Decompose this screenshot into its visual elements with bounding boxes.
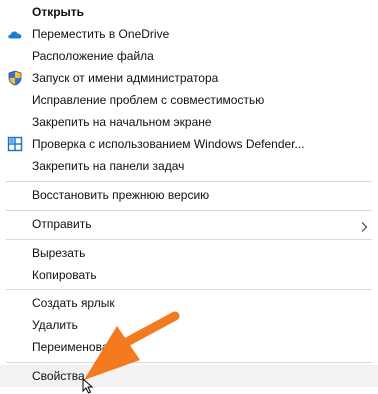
menu-item-cut[interactable]: Вырезать (0, 242, 378, 264)
menu-item-copy[interactable]: Копировать (0, 264, 378, 286)
menu-item-send-to[interactable]: Отправить (0, 213, 378, 235)
menu-item-copy-label: Копировать (32, 268, 97, 282)
menu-item-restore-previous-version-label: Восстановить прежнюю версию (32, 188, 210, 202)
windows-defender-icon (7, 136, 23, 152)
menu-item-move-to-onedrive-label: Переместить в OneDrive (32, 27, 170, 41)
menu-item-pin-to-start-label: Закрепить на начальном экране (32, 115, 212, 129)
menu-item-delete[interactable]: Удалить (0, 314, 378, 336)
menu-separator (6, 362, 372, 363)
uac-shield-icon (7, 70, 23, 86)
menu-separator (6, 181, 372, 182)
menu-item-troubleshoot-compatibility-label: Исправление проблем с совместимостью (32, 93, 265, 107)
menu-item-scan-defender[interactable]: Проверка с использованием Windows Defend… (0, 133, 378, 155)
menu-item-restore-previous-version[interactable]: Восстановить прежнюю версию (0, 184, 378, 206)
menu-item-delete-label: Удалить (32, 318, 78, 332)
menu-item-create-shortcut-label: Создать ярлык (32, 296, 115, 310)
menu-item-properties[interactable]: Свойства (0, 365, 378, 387)
menu-separator (6, 210, 372, 211)
chevron-right-icon (358, 218, 370, 232)
menu-item-move-to-onedrive[interactable]: Переместить в OneDrive (0, 23, 378, 45)
menu-separator (6, 289, 372, 290)
menu-item-open[interactable]: Открыть (0, 1, 378, 23)
menu-item-run-as-admin[interactable]: Запуск от имени администратора (0, 67, 378, 89)
menu-item-pin-to-taskbar-label: Закрепить на панели задач (32, 159, 185, 173)
menu-item-troubleshoot-compatibility[interactable]: Исправление проблем с совместимостью (0, 89, 378, 111)
menu-item-create-shortcut[interactable]: Создать ярлык (0, 292, 378, 314)
menu-separator (6, 239, 372, 240)
menu-item-file-location[interactable]: Расположение файла (0, 45, 378, 67)
menu-item-pin-to-start[interactable]: Закрепить на начальном экране (0, 111, 378, 133)
context-menu: Открыть Переместить в OneDrive Расположе… (0, 0, 378, 391)
menu-item-rename-label: Переименовать (32, 340, 120, 354)
menu-item-send-to-label: Отправить (32, 217, 92, 231)
menu-item-file-location-label: Расположение файла (32, 49, 154, 63)
menu-item-scan-defender-label: Проверка с использованием Windows Defend… (32, 137, 305, 151)
menu-item-run-as-admin-label: Запуск от имени администратора (32, 71, 219, 85)
mouse-cursor-icon (82, 378, 94, 394)
menu-item-properties-label: Свойства (32, 369, 85, 383)
menu-item-pin-to-taskbar[interactable]: Закрепить на панели задач (0, 155, 378, 177)
onedrive-cloud-icon (7, 26, 23, 42)
menu-item-open-label: Открыть (32, 5, 85, 19)
menu-item-cut-label: Вырезать (32, 246, 86, 260)
menu-item-rename[interactable]: Переименовать (0, 336, 378, 358)
